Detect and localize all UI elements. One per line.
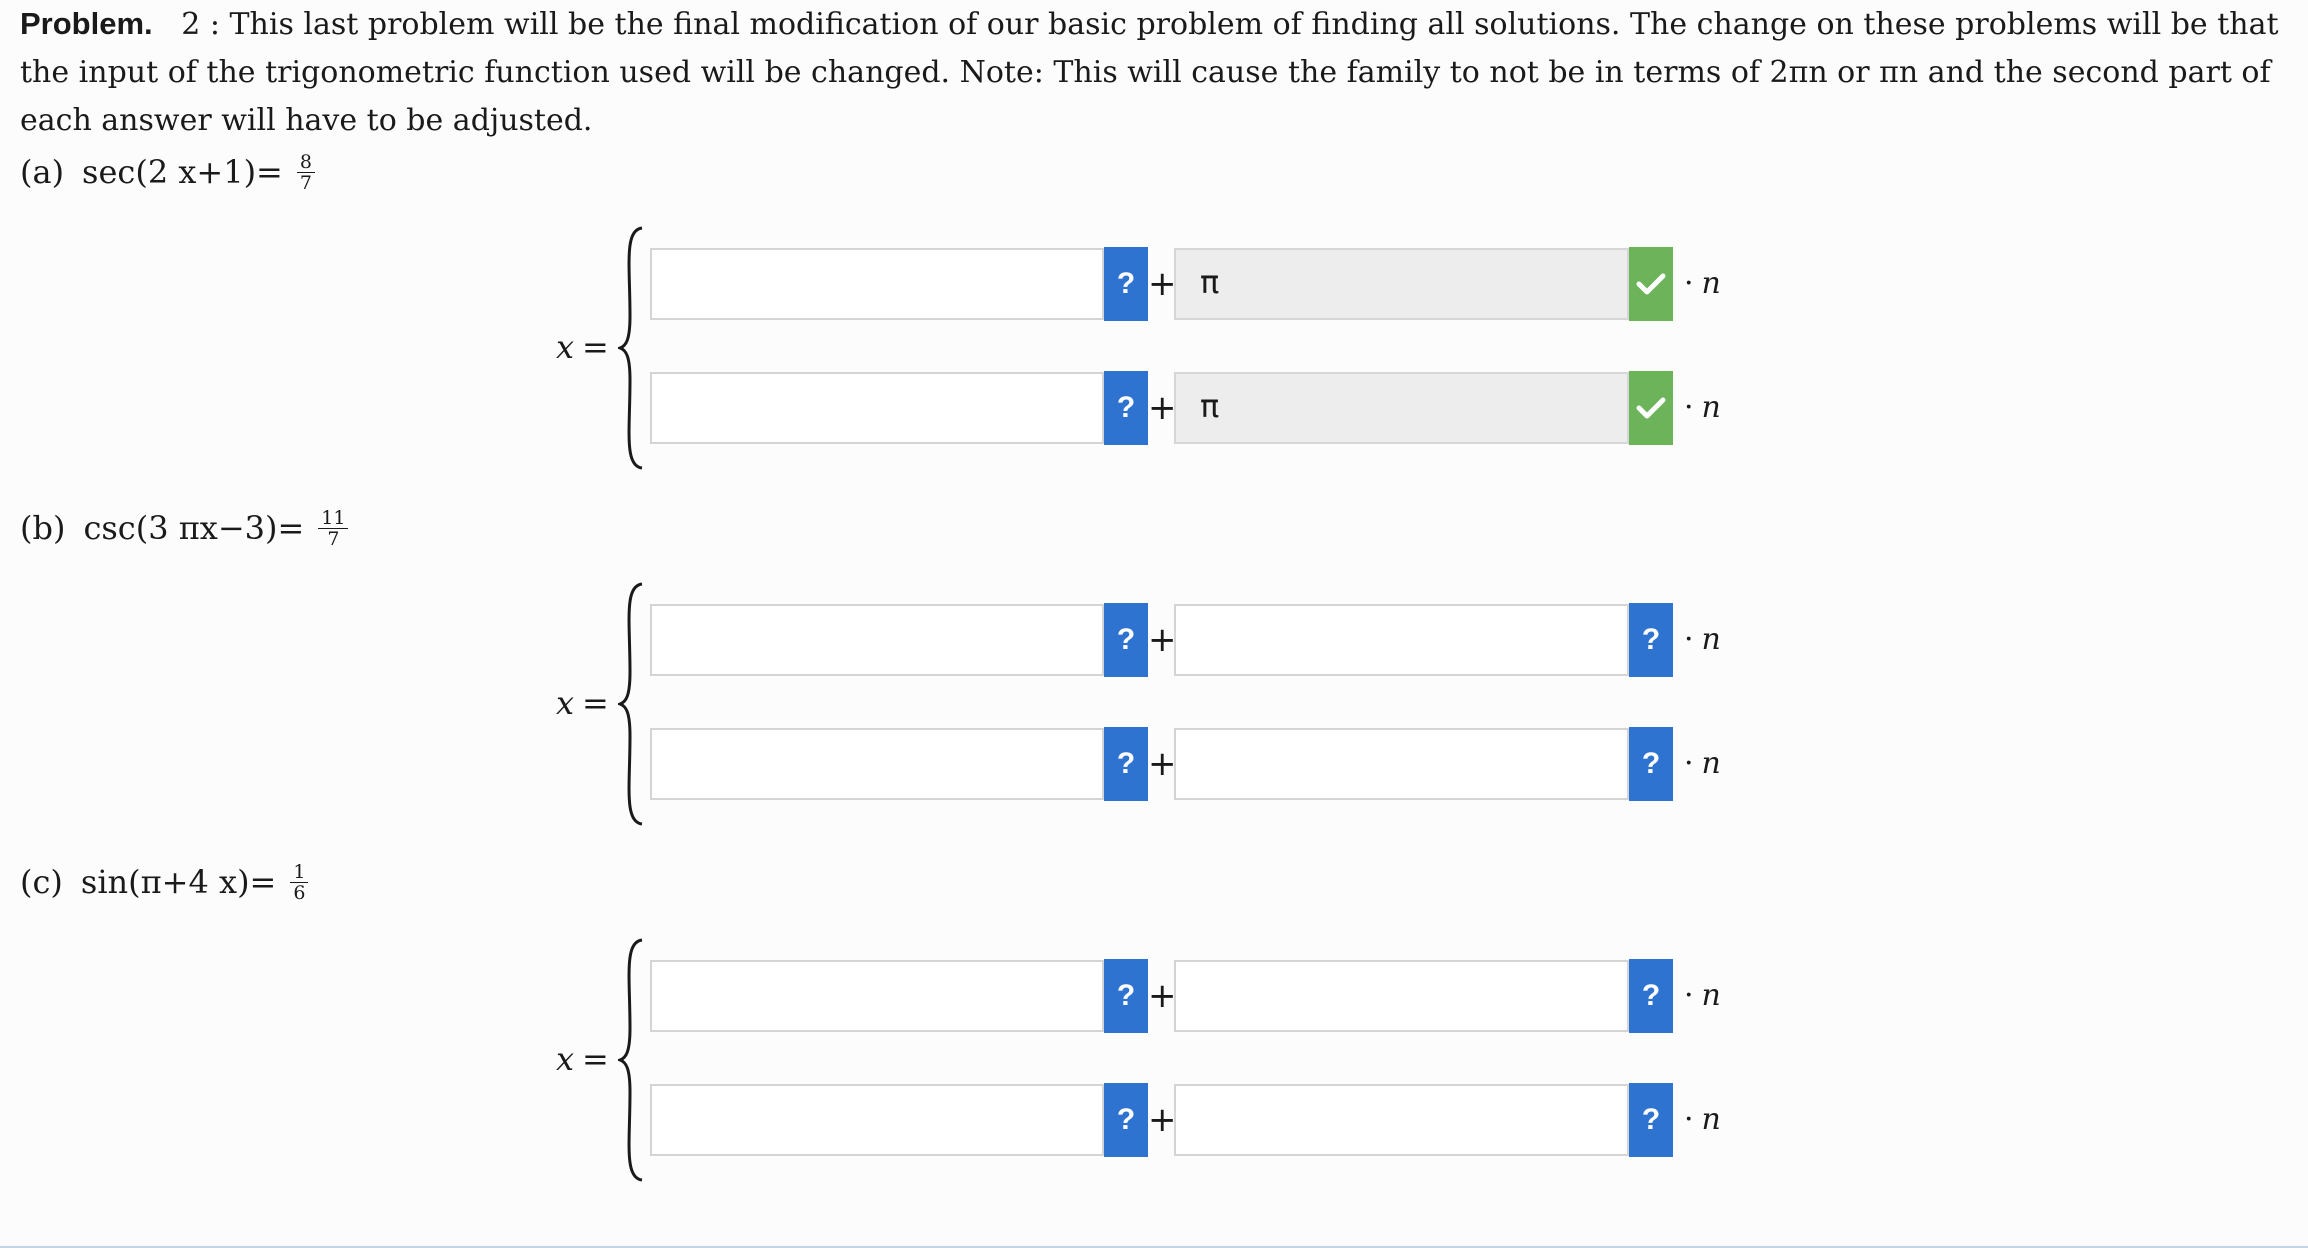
x-variable: x bbox=[556, 328, 575, 366]
period-value: π bbox=[1200, 263, 1220, 301]
answer-period-input[interactable] bbox=[1174, 604, 1629, 676]
answer-period-input[interactable] bbox=[1174, 1084, 1629, 1156]
help-button[interactable]: ? bbox=[1104, 603, 1148, 677]
checkmark-icon bbox=[1636, 397, 1666, 419]
help-button[interactable]: ? bbox=[1629, 1083, 1673, 1157]
answer-first-part-input[interactable] bbox=[650, 1084, 1104, 1156]
question-mark-icon: ? bbox=[1641, 979, 1661, 1012]
left-brace-icon bbox=[618, 938, 643, 1182]
part-label-text: (b) bbox=[20, 509, 66, 547]
times-n: · n bbox=[1684, 622, 1721, 657]
part-label-text: (c) bbox=[20, 863, 63, 901]
fraction-numerator: 1 bbox=[290, 862, 309, 883]
plus-sign: + bbox=[1148, 1100, 1177, 1140]
question-mark-icon: ? bbox=[1116, 267, 1136, 300]
x-equals: x = bbox=[556, 1040, 609, 1078]
fraction-denominator: 7 bbox=[327, 527, 340, 550]
equation-lhs: sin(π+4 x)= bbox=[80, 863, 277, 901]
times-n: · n bbox=[1684, 1102, 1721, 1137]
question-mark-icon: ? bbox=[1641, 1103, 1661, 1136]
help-button[interactable]: ? bbox=[1104, 959, 1148, 1033]
answer-period-input-locked[interactable]: π bbox=[1174, 248, 1629, 320]
question-mark-icon: ? bbox=[1116, 747, 1136, 780]
times-n: · n bbox=[1684, 746, 1721, 781]
problem-lead: Problem. bbox=[20, 6, 153, 41]
equals-sign: = bbox=[582, 328, 609, 366]
part-b-label: (b) csc(3 πx−3)= 11 7 bbox=[20, 498, 349, 558]
question-mark-icon: ? bbox=[1116, 1103, 1136, 1136]
help-button[interactable]: ? bbox=[1104, 1083, 1148, 1157]
x-equals: x = bbox=[556, 328, 609, 366]
answer-first-part-input[interactable] bbox=[650, 248, 1104, 320]
equals-sign: = bbox=[582, 684, 609, 722]
answer-period-input-locked[interactable]: π bbox=[1174, 372, 1629, 444]
question-mark-icon: ? bbox=[1641, 747, 1661, 780]
times-n: · n bbox=[1684, 266, 1721, 301]
left-brace-icon bbox=[618, 582, 643, 826]
left-brace-icon bbox=[618, 226, 643, 470]
answer-first-part-input[interactable] bbox=[650, 372, 1104, 444]
answer-first-part-input[interactable] bbox=[650, 728, 1104, 800]
x-variable: x bbox=[556, 1040, 575, 1078]
equation-fraction: 11 7 bbox=[318, 508, 349, 550]
equation-lhs: sec(2 x+1)= bbox=[82, 153, 283, 191]
plus-sign: + bbox=[1148, 388, 1177, 428]
help-button[interactable]: ? bbox=[1104, 371, 1148, 445]
answer-period-input[interactable] bbox=[1174, 728, 1629, 800]
fraction-numerator: 11 bbox=[318, 508, 349, 529]
problem-statement: Problem. 2 : This last problem will be t… bbox=[20, 0, 2290, 145]
plus-sign: + bbox=[1148, 620, 1177, 660]
help-button[interactable]: ? bbox=[1629, 959, 1673, 1033]
plus-sign: + bbox=[1148, 264, 1177, 304]
correct-indicator[interactable] bbox=[1629, 371, 1673, 445]
answer-first-part-input[interactable] bbox=[650, 960, 1104, 1032]
help-button[interactable]: ? bbox=[1629, 727, 1673, 801]
answer-period-input[interactable] bbox=[1174, 960, 1629, 1032]
period-value: π bbox=[1200, 387, 1220, 425]
equation-lhs: csc(3 πx−3)= bbox=[83, 509, 305, 547]
help-button[interactable]: ? bbox=[1629, 603, 1673, 677]
question-mark-icon: ? bbox=[1641, 623, 1661, 656]
problem-number: 2 : bbox=[181, 7, 220, 42]
plus-sign: + bbox=[1148, 744, 1177, 784]
times-n: · n bbox=[1684, 390, 1721, 425]
answer-first-part-input[interactable] bbox=[650, 604, 1104, 676]
x-variable: x bbox=[556, 684, 575, 722]
equals-sign: = bbox=[582, 1040, 609, 1078]
part-c-label: (c) sin(π+4 x)= 1 6 bbox=[20, 852, 309, 912]
equation-fraction: 1 6 bbox=[290, 862, 309, 904]
help-button[interactable]: ? bbox=[1104, 247, 1148, 321]
question-mark-icon: ? bbox=[1116, 623, 1136, 656]
question-mark-icon: ? bbox=[1116, 979, 1136, 1012]
fraction-denominator: 6 bbox=[293, 881, 306, 904]
help-button[interactable]: ? bbox=[1104, 727, 1148, 801]
plus-sign: + bbox=[1148, 976, 1177, 1016]
fraction-denominator: 7 bbox=[299, 171, 312, 194]
problem-text: This last problem will be the final modi… bbox=[20, 7, 2279, 138]
question-mark-icon: ? bbox=[1116, 391, 1136, 424]
times-n: · n bbox=[1684, 978, 1721, 1013]
part-a-label: (a) sec(2 x+1)= 8 7 bbox=[20, 142, 315, 202]
x-equals: x = bbox=[556, 684, 609, 722]
checkmark-icon bbox=[1636, 273, 1666, 295]
equation-fraction: 8 7 bbox=[296, 152, 315, 194]
fraction-numerator: 8 bbox=[296, 152, 315, 173]
correct-indicator[interactable] bbox=[1629, 247, 1673, 321]
part-label-text: (a) bbox=[20, 153, 65, 191]
